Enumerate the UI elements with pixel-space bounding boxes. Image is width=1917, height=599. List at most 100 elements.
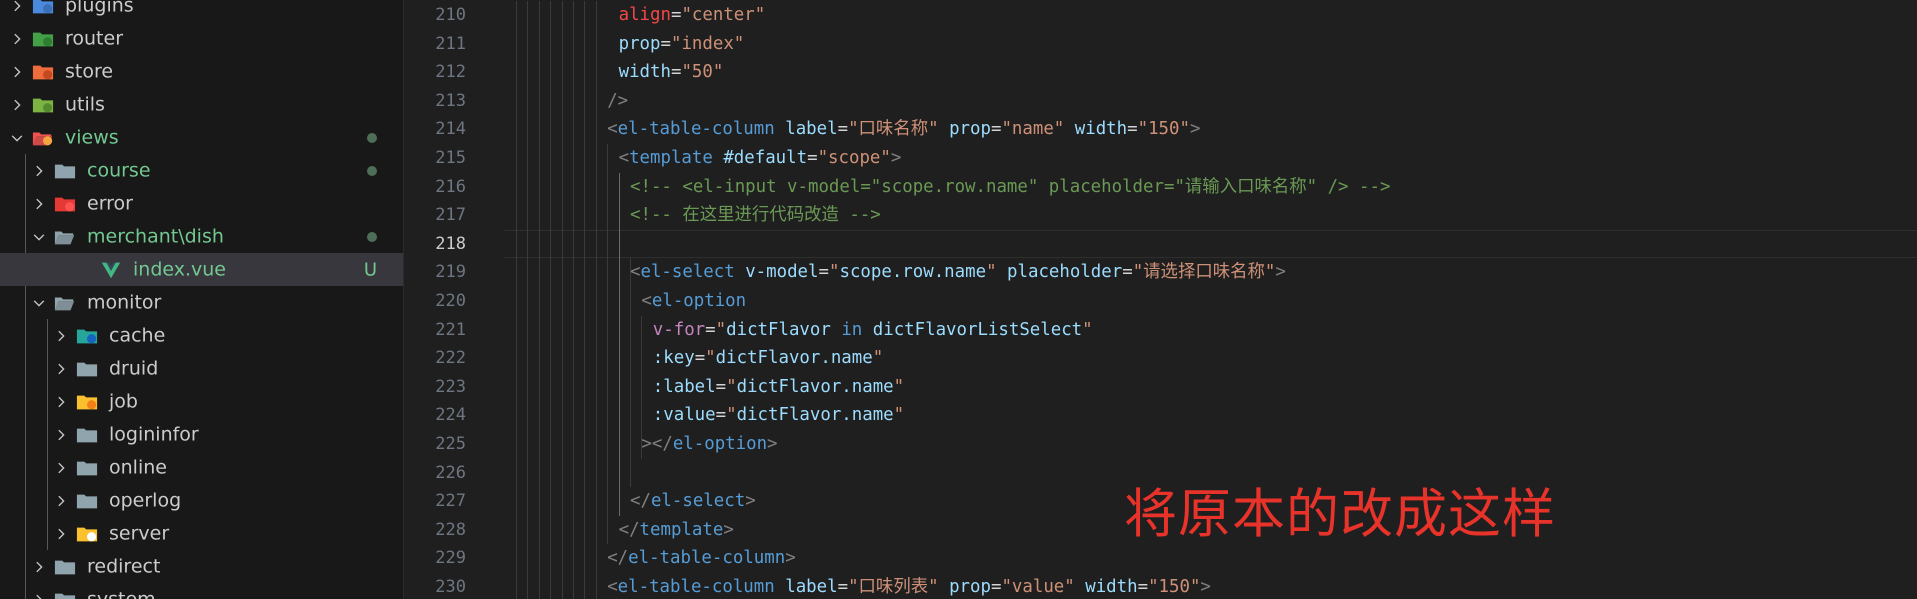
line-number: 211	[435, 33, 466, 54]
indent-guide	[630, 258, 631, 488]
code-line[interactable]: <el-table-column label="口味列表" prop="valu…	[607, 573, 1917, 599]
code-line[interactable]: />	[607, 87, 1917, 116]
line-number: 227	[435, 491, 466, 512]
modified-dot	[367, 132, 377, 143]
code-line[interactable]: <template #default="scope">	[619, 144, 1917, 173]
tree-item-label: monitor	[87, 291, 162, 314]
chevron-right-icon[interactable]	[50, 424, 72, 446]
tree-item-cache[interactable]: cache	[0, 319, 403, 352]
code-line[interactable]: <!-- 在这里进行代码改造 -->	[630, 201, 1917, 230]
chevron-right-icon[interactable]	[50, 325, 72, 347]
annotation-text: 将原本的改成这样	[1124, 484, 1556, 545]
line-number: 223	[435, 376, 466, 397]
tree-item-label: store	[65, 60, 114, 83]
code-line[interactable]: v-for="dictFlavor in dictFlavorListSelec…	[653, 316, 1917, 345]
tree-item-utils[interactable]: utils	[0, 88, 403, 121]
tree-item-router[interactable]: router	[0, 22, 403, 55]
tree-item-merchant-dish[interactable]: merchant\dish	[0, 220, 403, 253]
indent-guide	[561, 1, 563, 599]
indent-guide	[618, 172, 620, 516]
indent-guide	[595, 1, 597, 599]
error-folder-icon	[54, 193, 76, 215]
folder-icon	[76, 490, 98, 512]
tree-item-views[interactable]: views	[0, 121, 403, 154]
tree-item-plugins[interactable]: plugins	[0, 0, 403, 22]
tree-item-server[interactable]: server	[0, 517, 403, 550]
line-number: 215	[435, 148, 466, 168]
tree-item-label: job	[109, 390, 138, 413]
tree-item-index-vue[interactable]: index.vue U	[0, 253, 403, 286]
job-folder-icon	[76, 391, 98, 413]
chevron-right-icon[interactable]	[6, 61, 28, 83]
line-number: 225	[435, 434, 466, 454]
code-line[interactable]: width="50"	[619, 58, 1917, 87]
indent-guide	[516, 1, 517, 599]
line-number: 216	[435, 176, 466, 197]
tree-item-store[interactable]: store	[0, 55, 403, 88]
chevron-right-icon[interactable]	[28, 556, 50, 578]
code-line[interactable]: <el-select v-model="scope.row.name" plac…	[630, 258, 1917, 287]
folder-icon	[76, 358, 98, 380]
tree-item-label: online	[109, 456, 167, 479]
chevron-right-icon[interactable]	[50, 457, 72, 479]
tree-item-online[interactable]: online	[0, 451, 403, 484]
chevron-right-icon[interactable]	[50, 391, 72, 413]
chevron-right-icon[interactable]	[50, 490, 72, 512]
line-number: 222	[435, 348, 466, 369]
chevron-right-icon[interactable]	[28, 193, 50, 215]
tree-item-label: merchant\dish	[87, 225, 224, 248]
chevron-right-icon[interactable]	[28, 589, 50, 599]
code-line[interactable]: <el-table-column label="口味名称" prop="name…	[607, 115, 1917, 144]
code-line[interactable]: :label="dictFlavor.name"	[653, 373, 1917, 402]
views-folder-icon	[32, 127, 54, 149]
chevron-right-icon[interactable]	[28, 160, 50, 182]
cache-folder-icon	[76, 325, 98, 347]
tree-item-label: views	[65, 126, 119, 149]
code-line[interactable]: :value="dictFlavor.name"	[653, 401, 1917, 430]
modified-dot	[367, 231, 377, 242]
code-line[interactable]: </el-table-column>	[607, 544, 1917, 573]
chevron-down-icon[interactable]	[28, 226, 50, 248]
code-line[interactable]: <el-option	[641, 287, 1917, 316]
code-line[interactable]: ></el-option>	[641, 430, 1917, 459]
code-line[interactable]: prop="index"	[619, 30, 1917, 59]
chevron-right-icon[interactable]	[50, 523, 72, 545]
folder-icon	[76, 424, 98, 446]
tree-item-druid[interactable]: druid	[0, 352, 403, 385]
folder-icon	[54, 589, 76, 599]
chevron-right-icon[interactable]	[6, 28, 28, 50]
chevron-right-icon[interactable]	[6, 0, 28, 17]
tree-item-monitor[interactable]: monitor	[0, 286, 403, 319]
tree-item-system[interactable]: system	[0, 583, 403, 599]
tree-item-operlog[interactable]: operlog	[0, 484, 403, 517]
tree-item-redirect[interactable]: redirect	[0, 550, 403, 583]
indent-guide	[538, 1, 540, 599]
line-number: 221	[435, 319, 466, 340]
code-line[interactable]: align="center"	[619, 1, 1917, 30]
chevron-down-icon[interactable]	[28, 292, 50, 314]
tree-item-label: plugins	[65, 0, 134, 17]
modified-dot	[367, 165, 377, 176]
line-number: 218	[435, 233, 466, 254]
code-line[interactable]: <!-- <el-input v-model="scope.row.name" …	[630, 173, 1917, 202]
tree-item-job[interactable]: job	[0, 385, 403, 418]
chevron-right-icon[interactable]	[6, 94, 28, 116]
tree-item-label: course	[87, 159, 151, 182]
chevron-down-icon[interactable]	[6, 127, 28, 149]
git-status-badge: U	[363, 259, 377, 280]
tree-item-error[interactable]: error	[0, 187, 403, 220]
line-number: 212	[435, 62, 466, 83]
tree-item-label: error	[87, 192, 133, 215]
tree-item-label: operlog	[109, 489, 182, 512]
code-line[interactable]	[630, 230, 1917, 259]
chevron-right-icon[interactable]	[50, 358, 72, 380]
line-number: 226	[435, 462, 466, 483]
tree-item-label: druid	[109, 357, 159, 380]
line-number: 217	[435, 205, 466, 226]
line-number: 229	[435, 548, 466, 569]
tree-item-course[interactable]: course	[0, 154, 403, 187]
tree-item-logininfor[interactable]: logininfor	[0, 418, 403, 451]
code-line[interactable]: :key="dictFlavor.name"	[653, 344, 1917, 373]
line-number: 213	[435, 90, 466, 111]
tree-item-label: cache	[109, 324, 166, 347]
